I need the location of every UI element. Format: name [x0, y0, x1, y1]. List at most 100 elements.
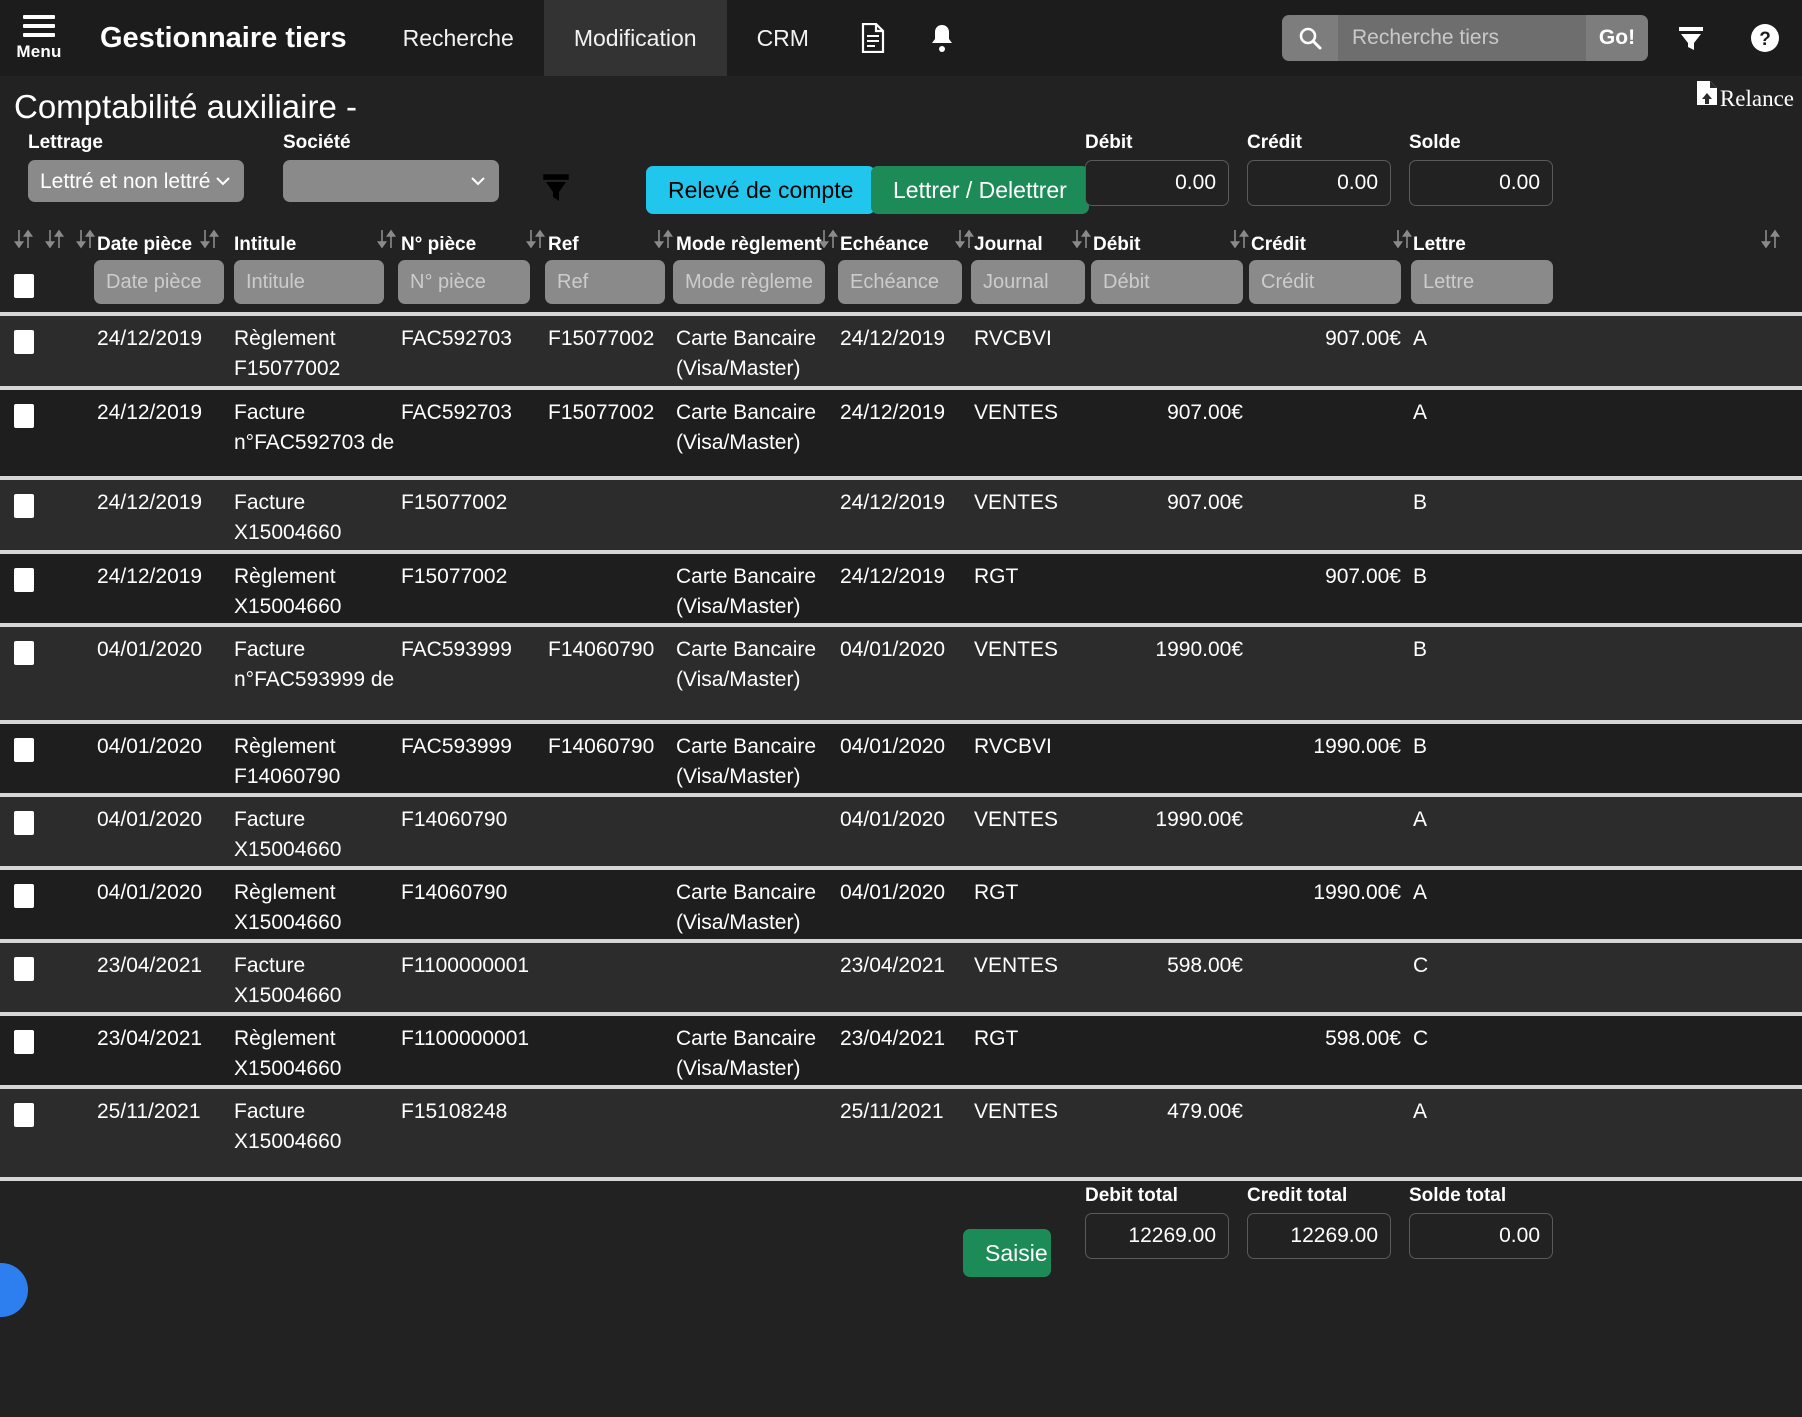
search-go-button[interactable]: Go!	[1586, 15, 1648, 61]
sort-toggle-credit[interactable]	[1229, 228, 1250, 255]
column-header-lettre[interactable]: Lettre	[1413, 234, 1466, 256]
table-column-headers: Date pièce Intitule N° pièce Ref Mode règlem…	[0, 224, 1802, 256]
cell-intitule: Facture X15004660	[234, 491, 342, 544]
filter-input-credit[interactable]	[1249, 260, 1401, 304]
filter-input-mode[interactable]	[673, 260, 825, 304]
solde-summary-label: Solde	[1409, 132, 1461, 153]
sort-toggle-lead-2[interactable]	[44, 228, 65, 255]
societe-select[interactable]	[283, 160, 499, 202]
sort-toggle-intitule[interactable]	[199, 228, 220, 255]
table-row[interactable]: 24/12/2019 Règlement F15077002 FAC592703 F1…	[0, 316, 1802, 386]
column-header-debit[interactable]: Débit	[1093, 234, 1141, 256]
search-box: Go!	[1282, 15, 1648, 61]
cell-lettre: A	[1413, 401, 1428, 424]
nav-item-crm[interactable]: CRM	[727, 0, 839, 76]
row-checkbox[interactable]	[14, 330, 34, 354]
page-title: Comptabilité auxiliaire -	[14, 88, 357, 125]
filter-input-journal[interactable]	[971, 260, 1085, 304]
column-header-journal[interactable]: Journal	[974, 234, 1043, 256]
sort-toggle-lead-3[interactable]	[75, 228, 96, 255]
row-checkbox[interactable]	[14, 494, 34, 518]
cell-ref: F14060790	[548, 735, 655, 758]
column-header-credit[interactable]: Crédit	[1251, 234, 1306, 256]
select-all-checkbox[interactable]	[14, 274, 34, 298]
cell-date: 04/01/2020	[97, 735, 203, 758]
filter-input-date[interactable]	[94, 260, 224, 304]
debit-summary-value[interactable]: 0.00	[1085, 160, 1229, 206]
filter-input-intitule[interactable]	[234, 260, 384, 304]
relance-button[interactable]: Relance	[1696, 80, 1794, 112]
table-row[interactable]: 04/01/2020 Règlement F14060790 FAC593999 F1…	[0, 724, 1802, 793]
column-header-ref[interactable]: Ref	[548, 234, 579, 256]
row-checkbox[interactable]	[14, 738, 34, 762]
filter-input-debit[interactable]	[1091, 260, 1243, 304]
funnel-icon[interactable]	[541, 172, 571, 211]
filter-icon[interactable]	[1654, 0, 1728, 76]
cell-mode: Carte Bancaire (Visa/Master)	[676, 638, 817, 691]
cell-echeance: 04/01/2020	[840, 881, 946, 904]
sort-toggle-ref[interactable]	[525, 228, 546, 255]
sort-toggle-lettre[interactable]	[1392, 228, 1413, 255]
lettrage-select[interactable]: Lettré et non lettré	[28, 160, 244, 202]
sort-toggle-mode[interactable]	[653, 228, 674, 255]
table-row[interactable]: 04/01/2020 Facture X15004660 F14060790 04/0…	[0, 797, 1802, 866]
row-checkbox[interactable]	[14, 1103, 34, 1127]
filter-input-npiece[interactable]	[398, 260, 530, 304]
filter-input-ref[interactable]	[545, 260, 665, 304]
floating-action-button[interactable]	[0, 1263, 28, 1317]
table-row[interactable]: 04/01/2020 Facture n°FAC593999 de FAC59399…	[0, 627, 1802, 720]
row-checkbox[interactable]	[14, 404, 34, 428]
credit-summary-value[interactable]: 0.00	[1247, 160, 1391, 206]
search-input[interactable]	[1338, 15, 1586, 61]
column-header-date[interactable]: Date pièce	[97, 234, 192, 256]
row-checkbox[interactable]	[14, 568, 34, 592]
table-row[interactable]: 24/12/2019 Règlement X15004660 F15077002 Ca…	[0, 554, 1802, 623]
cell-intitule: Règlement X15004660	[234, 881, 342, 934]
document-icon[interactable]	[839, 0, 907, 76]
row-checkbox[interactable]	[14, 641, 34, 665]
releve-de-compte-button[interactable]: Relevé de compte	[646, 166, 876, 214]
sort-toggle-npiece[interactable]	[376, 228, 397, 255]
cell-mode: Carte Bancaire (Visa/Master)	[676, 401, 817, 454]
column-header-echeance[interactable]: Echéance	[840, 234, 929, 256]
bell-icon[interactable]	[907, 0, 977, 76]
sort-toggle-echeance[interactable]	[818, 228, 839, 255]
menu-button[interactable]: Menu	[0, 0, 78, 76]
sort-toggle-trailing[interactable]	[1760, 228, 1781, 255]
cell-mode: Carte Bancaire (Visa/Master)	[676, 327, 817, 380]
table-row[interactable]: 24/12/2019 Facture X15004660 F15077002 24/1…	[0, 480, 1802, 550]
filter-input-echeance[interactable]	[838, 260, 962, 304]
table-row[interactable]: 24/12/2019 Facture n°FAC592703 de FAC59270…	[0, 390, 1802, 476]
nav-item-recherche[interactable]: Recherche	[373, 0, 544, 76]
column-header-mode[interactable]: Mode règlement	[676, 234, 822, 256]
row-checkbox[interactable]	[14, 1030, 34, 1054]
filter-input-lettre[interactable]	[1411, 260, 1553, 304]
saisie-button[interactable]: Saisie	[963, 1229, 1051, 1277]
sort-toggle-debit[interactable]	[1071, 228, 1092, 255]
cell-npiece: F14060790	[401, 881, 508, 904]
table-row[interactable]: 23/04/2021 Facture X15004660 F1100000001 23…	[0, 943, 1802, 1012]
credit-total-value[interactable]: 12269.00	[1247, 1213, 1391, 1259]
row-checkbox[interactable]	[14, 884, 34, 908]
column-header-npiece[interactable]: N° pièce	[401, 234, 476, 256]
table-body: 24/12/2019 Règlement F15077002 FAC592703 F1…	[0, 316, 1802, 1177]
menu-button-label: Menu	[16, 41, 62, 61]
solde-total-value[interactable]: 0.00	[1409, 1213, 1553, 1259]
cell-intitule: Facture n°FAC593999 de	[234, 638, 395, 691]
lettrer-delettrer-button[interactable]: Lettrer / Delettrer	[871, 166, 1089, 214]
row-checkbox[interactable]	[14, 957, 34, 981]
table-row[interactable]: 04/01/2020 Règlement X15004660 F14060790 Ca…	[0, 870, 1802, 939]
sort-toggle-journal[interactable]	[954, 228, 975, 255]
table-row[interactable]: 25/11/2021 Facture X15004660 F15108248 25/1…	[0, 1089, 1802, 1177]
nav-item-modification[interactable]: Modification	[543, 0, 727, 76]
debit-total-value[interactable]: 12269.00	[1085, 1213, 1229, 1259]
solde-summary-value[interactable]: 0.00	[1409, 160, 1553, 206]
sort-toggle-lead-1[interactable]	[13, 228, 34, 255]
cell-echeance: 04/01/2020	[840, 808, 946, 831]
row-checkbox[interactable]	[14, 811, 34, 835]
solde-total-label: Solde total	[1409, 1185, 1507, 1206]
help-icon[interactable]: ?	[1728, 0, 1802, 76]
debit-summary-label: Débit	[1085, 132, 1133, 153]
table-row[interactable]: 23/04/2021 Règlement X15004660 F1100000001…	[0, 1016, 1802, 1085]
column-header-intitule[interactable]: Intitule	[234, 234, 296, 256]
